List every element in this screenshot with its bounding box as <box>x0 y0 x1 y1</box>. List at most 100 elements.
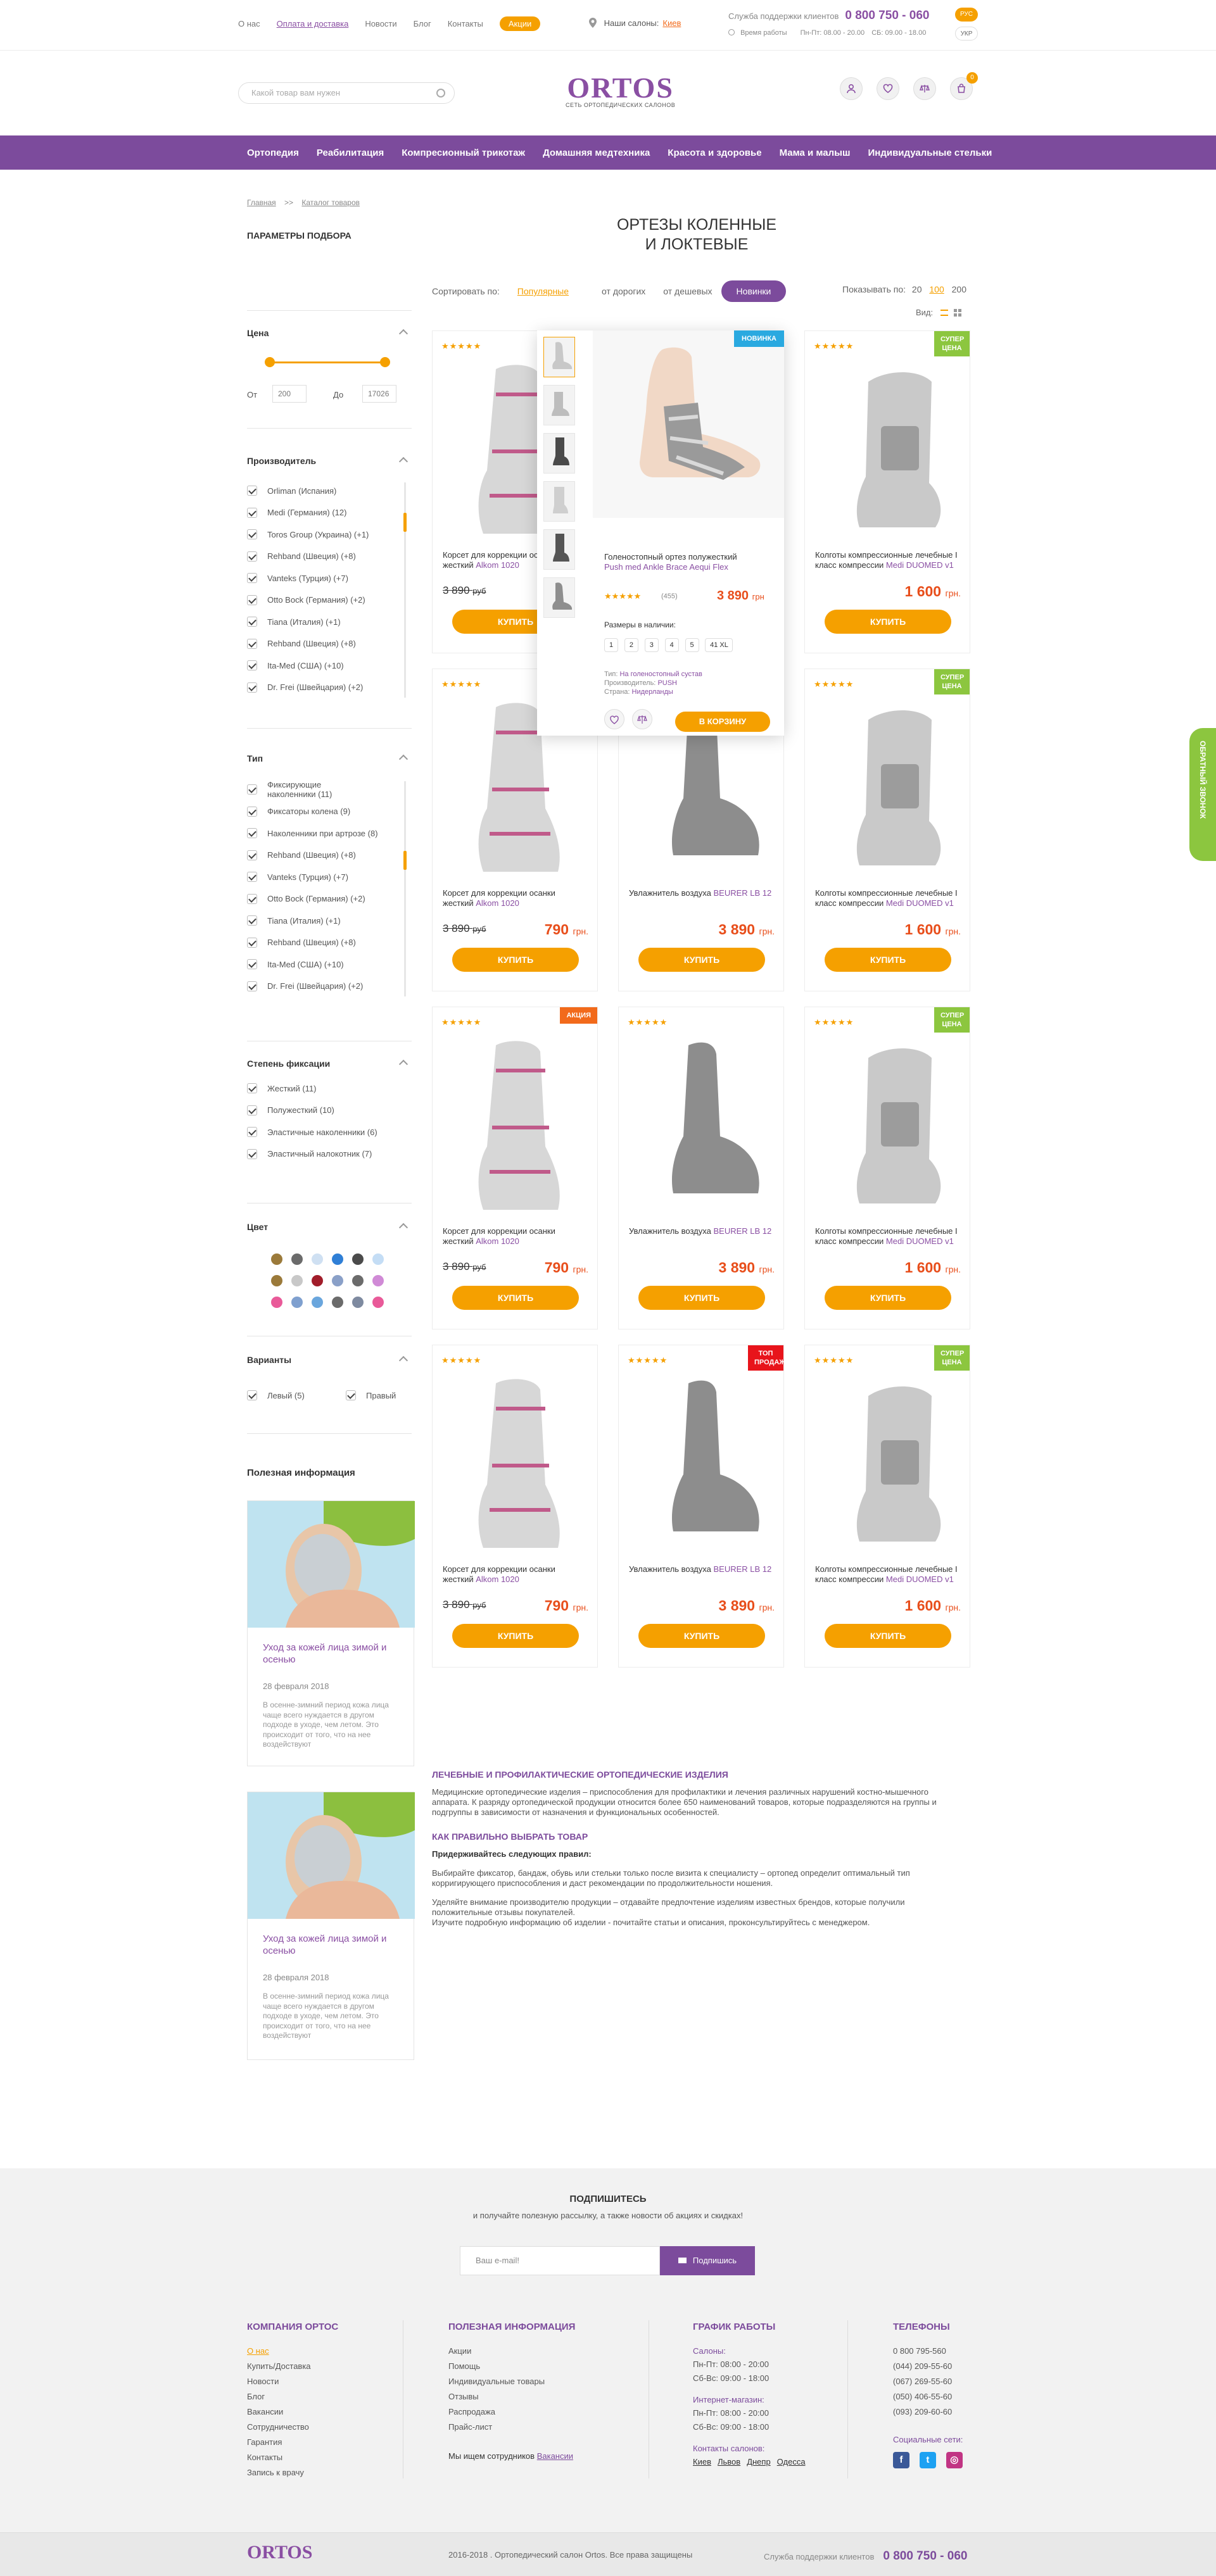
color-swatch[interactable] <box>271 1253 282 1265</box>
variant-right[interactable]: Правый <box>346 1390 396 1400</box>
phone-link[interactable]: 0 800 795-560 <box>893 2346 970 2361</box>
filter-price-title[interactable]: Цена <box>247 328 412 343</box>
product-card[interactable]: ★★★★★ ТОП ПРОДАЖ Увлажнитель воздуха BEURE… <box>618 1345 785 1668</box>
nav-orthopedics[interactable]: Ортопедия <box>238 148 308 158</box>
product-name[interactable]: Колготы компрессионные лечебные I класс … <box>815 550 961 570</box>
product-card[interactable]: ★★★★★ Корсет для коррекции осанки жесткий… <box>432 1345 598 1668</box>
list-item[interactable]: Toros Group (Украина) (+1) <box>247 524 369 546</box>
phone-link[interactable]: (050) 406-55-60 <box>893 2392 970 2407</box>
checkbox[interactable] <box>247 806 257 817</box>
color-swatch[interactable] <box>312 1253 323 1265</box>
list-item[interactable]: Medi (Германия) (12) <box>247 502 369 524</box>
product-name[interactable]: Увлажнитель воздуха BEURER LB 12 <box>629 1564 775 1574</box>
checkbox[interactable] <box>247 828 257 839</box>
checkbox[interactable] <box>247 1148 257 1159</box>
nav-beauty[interactable]: Красота и здоровье <box>659 148 770 158</box>
color-swatch[interactable] <box>332 1297 343 1308</box>
checkbox[interactable] <box>247 872 257 883</box>
color-swatch[interactable] <box>372 1253 384 1265</box>
popup-product-brand[interactable]: Push med Ankle Brace Aequi Flex <box>604 562 728 572</box>
sort-popular[interactable]: Популярные <box>517 286 569 296</box>
footer-link[interactable]: Гарантия <box>247 2437 338 2453</box>
product-image[interactable] <box>824 694 951 872</box>
list-item[interactable]: Эластичный налокотник (7) <box>247 1143 377 1165</box>
salons-selector[interactable]: Наши салоны: Киев <box>589 18 681 28</box>
topnav-news[interactable]: Новости <box>365 19 396 31</box>
list-item[interactable]: Эластичные наколенники (6) <box>247 1121 377 1143</box>
color-swatch[interactable] <box>332 1275 343 1286</box>
variant-left[interactable]: Левый (5) <box>247 1390 305 1400</box>
color-swatch[interactable] <box>372 1297 384 1308</box>
list-item[interactable]: Rehband (Швеция) (+8) <box>247 546 369 568</box>
checkbox[interactable] <box>247 529 257 540</box>
footer-link[interactable]: Вакансии <box>247 2407 338 2422</box>
color-swatch[interactable] <box>271 1297 282 1308</box>
checkbox[interactable] <box>247 784 257 795</box>
product-image[interactable] <box>638 1371 764 1548</box>
wishlist-button[interactable] <box>604 709 624 729</box>
buy-button[interactable]: КУПИТЬ <box>825 610 951 634</box>
footer-link[interactable]: Контакты <box>247 2453 338 2468</box>
color-swatch[interactable] <box>352 1297 364 1308</box>
footer-logo[interactable]: ORTOS <box>247 2542 312 2563</box>
article-card[interactable]: Уход за кожей лица зимой и осенью 28 фев… <box>247 1792 415 2060</box>
product-name[interactable]: Колготы компрессионные лечебные I класс … <box>815 1226 961 1247</box>
article-image[interactable] <box>248 1501 415 1628</box>
color-swatch[interactable] <box>312 1275 323 1286</box>
salons-city-link[interactable]: Киев <box>662 18 681 28</box>
nav-insoles[interactable]: Индивидуальные стельки <box>859 148 1001 158</box>
footer-link[interactable]: Сотрудничество <box>247 2422 338 2437</box>
product-image[interactable] <box>452 1371 578 1548</box>
checkbox[interactable] <box>247 507 257 518</box>
buy-button[interactable]: КУПИТЬ <box>452 1286 579 1310</box>
popup-product-name[interactable]: Голеностопный ортез полужесткий <box>604 552 737 562</box>
popup-reviews-count[interactable]: (455) <box>661 593 678 600</box>
topnav-contacts[interactable]: Контакты <box>448 19 483 31</box>
footer-support-phone[interactable]: 0 800 750 - 060 <box>883 2549 967 2563</box>
size-option[interactable]: 41 XL <box>705 638 733 652</box>
topnav-blog[interactable]: Блог <box>414 19 431 31</box>
per-page-100[interactable]: 100 <box>929 284 944 294</box>
color-swatch[interactable] <box>291 1253 303 1265</box>
buy-button[interactable]: КУПИТЬ <box>638 1286 765 1310</box>
product-name[interactable]: Увлажнитель воздуха BEURER LB 12 <box>629 1226 775 1236</box>
buy-button[interactable]: КУПИТЬ <box>825 948 951 972</box>
buy-button[interactable]: КУПИТЬ <box>638 948 765 972</box>
color-swatch[interactable] <box>372 1275 384 1286</box>
list-item[interactable]: Rehband (Швеция) (+8) <box>247 633 369 655</box>
city-link[interactable]: Киев <box>693 2457 711 2466</box>
product-name[interactable]: Увлажнитель воздуха BEURER LB 12 <box>629 888 775 898</box>
footer-link[interactable]: Купить/Доставка <box>247 2361 338 2377</box>
product-card[interactable]: ★★★★★ СУПЕР ЦЕНА Колготы компрессионные ле… <box>804 1007 970 1329</box>
user-icon[interactable] <box>840 77 863 100</box>
chevron-up-icon[interactable] <box>398 1222 408 1233</box>
compare-icon[interactable] <box>913 77 936 100</box>
checkbox[interactable] <box>247 573 257 584</box>
chevron-up-icon[interactable] <box>398 1059 408 1069</box>
list-item[interactable]: Фиксирующие наколенники (11) <box>247 779 378 801</box>
product-card[interactable]: ★★★★★ СУПЕР ЦЕНА Колготы компрессионные ле… <box>804 1345 970 1668</box>
sort-expensive[interactable]: от дорогих <box>602 286 645 296</box>
color-swatch[interactable] <box>352 1275 364 1286</box>
checkbox[interactable] <box>247 893 257 904</box>
checkbox[interactable] <box>247 1390 257 1400</box>
size-option[interactable]: 5 <box>685 638 699 652</box>
article-card[interactable]: Уход за кожей лица зимой и осенью 28 фев… <box>247 1500 415 1766</box>
checkbox[interactable] <box>247 915 257 926</box>
compare-button[interactable] <box>632 709 652 729</box>
checkbox[interactable] <box>247 850 257 860</box>
chevron-up-icon[interactable] <box>398 754 408 764</box>
list-item[interactable]: Otto Bock (Германия) (+2) <box>247 589 369 612</box>
city-link[interactable]: Львов <box>718 2457 740 2466</box>
product-image[interactable] <box>593 330 784 518</box>
city-link[interactable]: Днепр <box>747 2457 770 2466</box>
sort-cheap[interactable]: от дешевых <box>663 286 712 296</box>
grid-view-icon[interactable] <box>954 309 962 317</box>
list-item[interactable]: Vanteks (Турция) (+7) <box>247 567 369 589</box>
buy-button[interactable]: КУПИТЬ <box>825 1624 951 1648</box>
buy-button[interactable]: КУПИТЬ <box>825 1286 951 1310</box>
product-card[interactable]: ★★★★★ Увлажнитель воздуха BEURER LB 12 3 … <box>618 1007 784 1329</box>
heart-icon[interactable] <box>877 77 899 100</box>
search-input[interactable]: Какой товар вам нужен <box>238 82 455 104</box>
size-option[interactable]: 4 <box>664 638 679 652</box>
